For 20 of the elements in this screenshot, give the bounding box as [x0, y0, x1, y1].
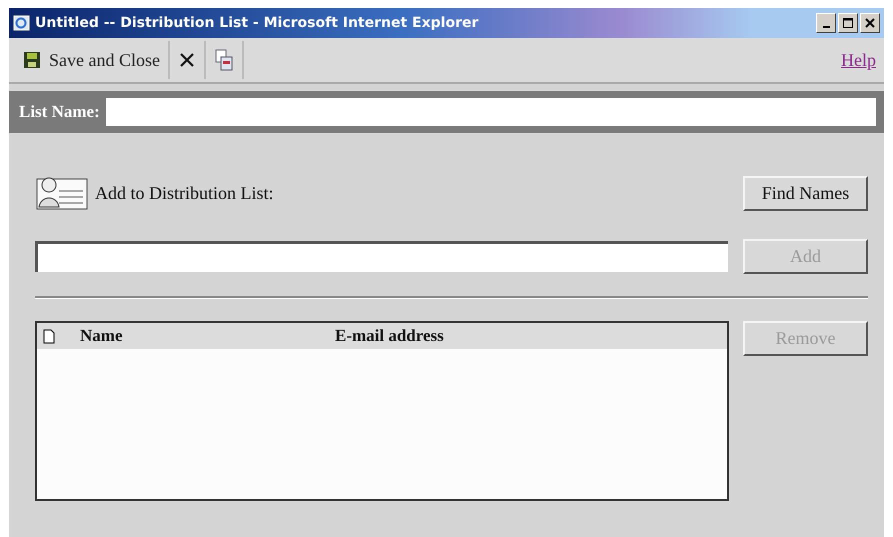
window-title: Untitled -- Distribution List - Microsoft Internet Explorer	[35, 15, 478, 31]
minimize-button[interactable]	[816, 13, 836, 33]
column-header[interactable]: Name	[80, 326, 335, 346]
help-link[interactable]: Help	[841, 50, 878, 70]
minimize-icon	[822, 26, 830, 28]
close-icon	[863, 16, 877, 30]
browser-icon	[13, 14, 31, 32]
add-to-list-label: Add to Distribution List:	[95, 182, 274, 204]
save-and-close-button[interactable]: Save and Close	[15, 41, 170, 79]
maximize-icon	[841, 16, 855, 30]
close-button[interactable]	[860, 13, 880, 33]
list-name-field[interactable]	[106, 98, 876, 126]
recipient-field[interactable]	[35, 241, 728, 272]
page-icon	[43, 328, 55, 344]
find-names-button[interactable]: Find Names	[743, 176, 868, 210]
delete-icon	[178, 51, 196, 69]
column-header[interactable]: E-mail address	[335, 326, 444, 346]
document-icon	[214, 49, 234, 71]
maximize-button[interactable]	[838, 13, 858, 33]
list-name-label: List Name:	[19, 102, 100, 122]
